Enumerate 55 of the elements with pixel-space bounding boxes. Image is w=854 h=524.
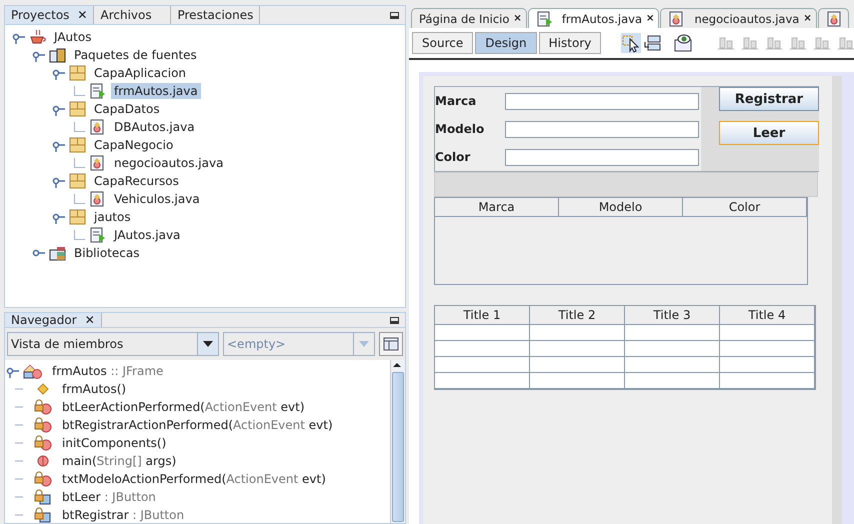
field-label: Color bbox=[435, 149, 472, 166]
tree-item[interactable]: JAutos.java bbox=[111, 227, 184, 243]
close-icon[interactable]: × bbox=[803, 13, 812, 24]
tree-item[interactable]: Vehiculos.java bbox=[111, 191, 203, 207]
view-button[interactable]: Source bbox=[412, 32, 474, 54]
member-item[interactable]: frmAutos() bbox=[59, 381, 130, 397]
view-dropdown[interactable]: Vista de miembros bbox=[7, 332, 219, 356]
form-button[interactable]: Registrar bbox=[719, 87, 819, 111]
editor-tab[interactable]: negocioautos.java × bbox=[660, 8, 817, 28]
tree-item[interactable]: CapaRecursos bbox=[91, 173, 182, 189]
member-item[interactable]: btRegistrarActionPerformed(ActionEvent evt) bbox=[59, 417, 336, 433]
close-icon[interactable]: ✕ bbox=[77, 8, 88, 22]
close-icon[interactable]: ✕ bbox=[84, 313, 95, 327]
tree-item[interactable]: negocioautos.java bbox=[111, 155, 226, 171]
view-button[interactable]: Design bbox=[475, 32, 537, 54]
tab-label: Archivos bbox=[100, 8, 152, 22]
column-header[interactable]: Title 2 bbox=[530, 306, 625, 325]
member-item[interactable]: main(String[] args) bbox=[59, 453, 180, 469]
form-button[interactable]: Leer bbox=[719, 121, 819, 145]
column-header[interactable]: Color bbox=[683, 198, 807, 217]
panel-tab[interactable]: Navegador ✕ bbox=[5, 313, 102, 327]
column-header[interactable]: Title 4 bbox=[720, 306, 815, 325]
member-item[interactable]: initComponents() bbox=[59, 435, 170, 451]
close-icon[interactable]: × bbox=[513, 13, 522, 24]
column-header[interactable]: Title 1 bbox=[435, 306, 530, 325]
tab-label: Página de Inicio bbox=[419, 12, 510, 26]
tree-item[interactable]: Bibliotecas bbox=[71, 245, 142, 261]
tree-item[interactable]: CapaDatos bbox=[91, 101, 163, 117]
tab-label: Proyectos bbox=[11, 8, 70, 22]
tree-item[interactable]: jautos bbox=[91, 209, 134, 225]
editor-tab[interactable]: frmAutos.java × bbox=[528, 8, 660, 28]
field-label: Marca bbox=[435, 93, 478, 110]
tree-item[interactable]: CapaAplicacion bbox=[91, 65, 190, 81]
field-label: Modelo bbox=[435, 121, 486, 138]
tree-item[interactable]: CapaNegocio bbox=[91, 137, 176, 153]
close-icon[interactable]: × bbox=[646, 13, 654, 24]
tree-item[interactable]: Paquetes de fuentes bbox=[71, 47, 200, 63]
tab-label: negocioautos.java bbox=[694, 12, 800, 26]
column-header[interactable]: Modelo bbox=[559, 198, 683, 217]
tab-label: Prestaciones bbox=[177, 8, 254, 22]
tree-item[interactable]: DBAutos.java bbox=[111, 119, 198, 135]
column-header[interactable]: Marca bbox=[435, 198, 559, 217]
member-item[interactable]: btLeerActionPerformed(ActionEvent evt) bbox=[59, 399, 308, 415]
member-item[interactable]: frmAutos :: JFrame bbox=[49, 363, 166, 379]
column-header[interactable]: Title 3 bbox=[625, 306, 720, 325]
member-item[interactable]: btRegistrar : JButton bbox=[59, 507, 188, 523]
view-button[interactable]: History bbox=[538, 32, 602, 54]
tree-item[interactable]: JAutos bbox=[51, 29, 94, 45]
editor-tab[interactable]: Página de Inicio × bbox=[411, 8, 527, 28]
member-item[interactable]: btLeer : JButton bbox=[59, 489, 159, 505]
member-item[interactable]: txtModeloActionPerformed(ActionEvent evt) bbox=[59, 471, 329, 487]
tab-label: Navegador bbox=[11, 313, 77, 327]
tree-item[interactable]: frmAutos.java bbox=[111, 83, 201, 99]
panel-tab[interactable]: Proyectos ✕ bbox=[5, 6, 94, 24]
tab-label: frmAutos.java bbox=[562, 12, 642, 26]
